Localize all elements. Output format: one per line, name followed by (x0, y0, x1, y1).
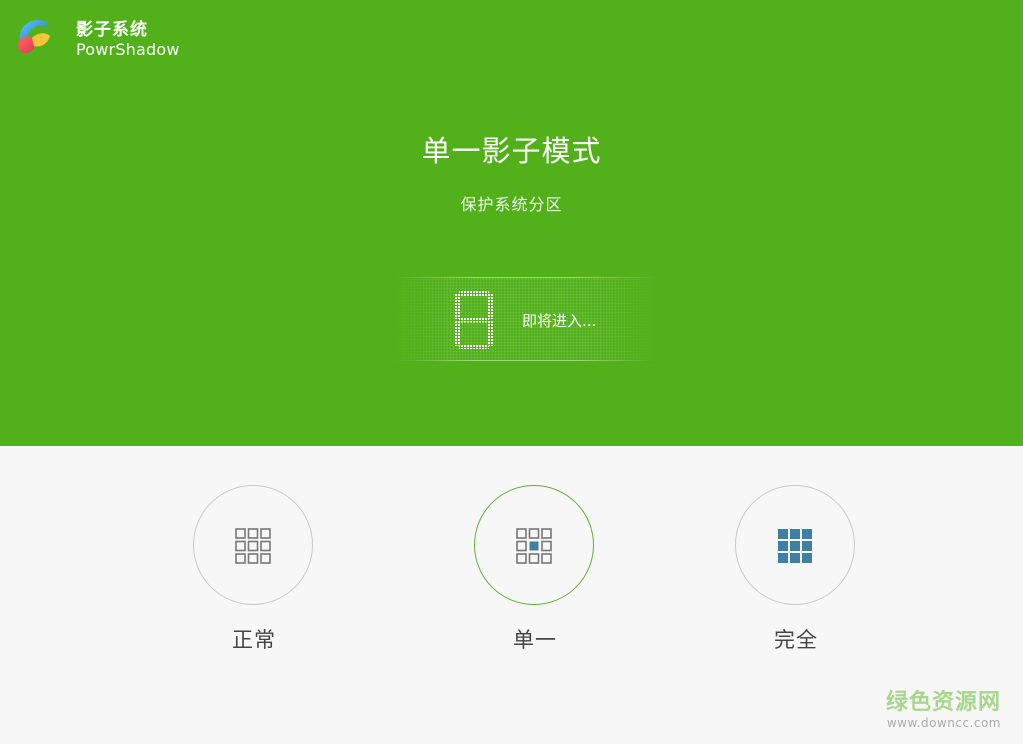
mode-option-normal[interactable]: 正常 (193, 485, 315, 655)
mode-label-normal: 正常 (232, 628, 276, 652)
mode-label-complete: 完全 (774, 628, 818, 652)
app-name-english: PowrShadow (76, 40, 180, 59)
watermark-text: 绿色资源网 (885, 690, 1001, 715)
shadow-system-logo (18, 19, 50, 54)
mode-option-single[interactable]: 单一 (474, 485, 596, 655)
watermark: 绿色资源网 www.downcc.com (886, 690, 1001, 730)
countdown-digit-value: 8 (474, 330, 475, 332)
countdown-digit: 8 (455, 291, 493, 349)
mode-label-single: 单一 (513, 628, 557, 652)
grid-center-filled-icon (516, 528, 552, 564)
grid-outline-icon (235, 528, 271, 564)
app-name-chinese: 影子系统 (76, 20, 148, 40)
mode-option-complete[interactable]: 完全 (735, 485, 857, 655)
entering-status-text: 即将进入... (522, 312, 597, 330)
countdown-strip-bottom-line (395, 360, 655, 361)
mode-subtitle: 保护系统分区 (460, 195, 563, 214)
grid-filled-icon (778, 529, 812, 563)
mode-status-panel: 影子系统 PowrShadow 单一影子模式 保护系统分区 8 即将进入... (0, 0, 1023, 446)
mode-title: 单一影子模式 (421, 134, 602, 168)
watermark-url: www.downcc.com (886, 716, 1001, 730)
